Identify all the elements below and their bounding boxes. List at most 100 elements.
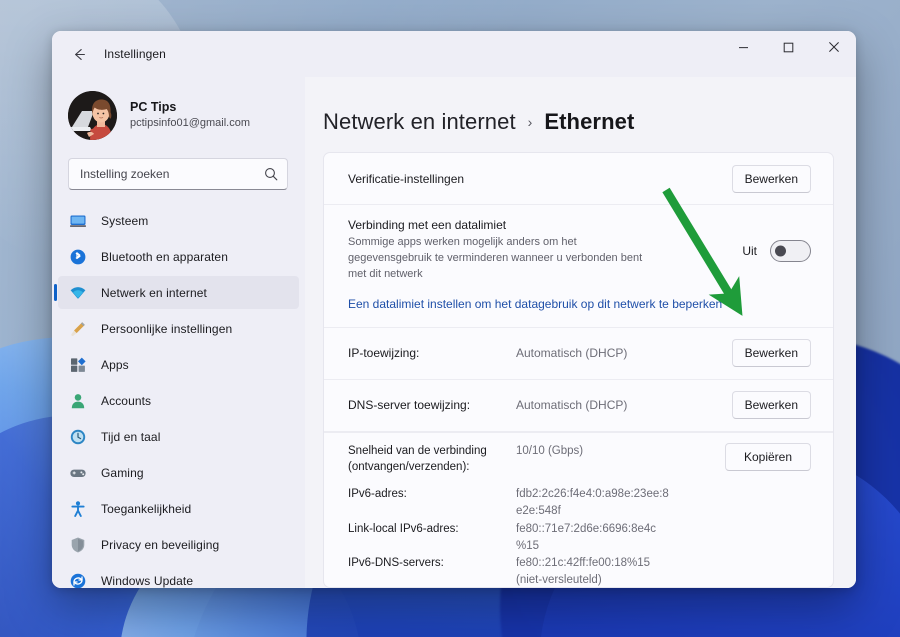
sidebar-item-label: Systeem: [101, 213, 149, 228]
metered-text: Verbinding met een datalimiet Sommige ap…: [348, 218, 648, 283]
sidebar: PC Tips pctipsinfo01@gmail.com Instellin…: [52, 77, 305, 588]
ip-assignment-value: Automatisch (DHCP): [516, 346, 628, 361]
sidebar-item-label: Windows Update: [101, 573, 194, 588]
sidebar-item-gaming[interactable]: Gaming: [58, 456, 299, 489]
account-text: PC Tips pctipsinfo01@gmail.com: [130, 100, 250, 131]
settings-window: Instellingen PC Tips pctipsinfo01@gmail.…: [52, 31, 856, 588]
sidebar-item-bluetooth-en-apparaten[interactable]: Bluetooth en apparaten: [58, 240, 299, 273]
clock-globe-icon: [68, 427, 87, 446]
sidebar-item-label: Toegankelijkheid: [101, 501, 192, 516]
network-detail-row: IPv6-adres: fdb2:2c26:f4e4:0:a98e:23ee:8 …: [324, 486, 833, 521]
sidebar-item-label: Gaming: [101, 465, 144, 480]
shield-icon: [68, 535, 87, 554]
gamepad-icon: [68, 463, 87, 482]
bluetooth-icon: [68, 247, 87, 266]
wifi-icon: [68, 283, 87, 302]
sidebar-item-label: Bluetooth en apparaten: [101, 249, 228, 264]
metered-toggle-group: Uit: [742, 218, 811, 262]
back-arrow-icon: [74, 48, 85, 60]
account-block[interactable]: PC Tips pctipsinfo01@gmail.com: [52, 77, 305, 152]
sidebar-item-label: Accounts: [101, 393, 152, 408]
window-body: PC Tips pctipsinfo01@gmail.com Instellin…: [52, 77, 856, 588]
metered-description: Sommige apps werken mogelijk anders om h…: [348, 236, 643, 280]
auth-settings-row: Verificatie-instellingen Bewerken: [324, 153, 833, 205]
avatar: [68, 91, 117, 140]
page-title: Ethernet: [544, 109, 635, 134]
clock-globe-icon: [70, 429, 85, 444]
ip-assignment-label: IP-toewijzing:: [348, 346, 420, 361]
desktop-wallpaper: Instellingen PC Tips pctipsinfo01@gmail.…: [0, 0, 900, 637]
accessibility-icon: [68, 499, 87, 518]
ip-assignment-row: IP-toewijzing: Automatisch (DHCP) Bewerk…: [324, 328, 833, 380]
link-speed-label: Snelheid van de verbinding (ontvangen/ve…: [348, 444, 487, 474]
network-detail-value: fe80::71e7:2d6e:6696:8e4c %15: [516, 522, 657, 552]
set-data-limit-link[interactable]: Een datalimiet instellen om het datagebr…: [348, 297, 722, 311]
apps-icon: [68, 355, 87, 374]
breadcrumb-parent[interactable]: Netwerk en internet: [323, 109, 516, 135]
dns-assignment-label: DNS-server toewijzing:: [348, 398, 471, 413]
sidebar-item-privacy-en-beveiliging[interactable]: Privacy en beveiliging: [58, 528, 299, 561]
paintbrush-icon: [70, 321, 85, 336]
network-detail-row: IPv6-DNS-servers: fe80::21c:42ff:fe00:18%…: [324, 555, 833, 587]
link-speed-value: 10/10 (Gbps): [516, 444, 584, 457]
main-pane: Netwerk en internet › Ethernet Verificat…: [305, 77, 856, 588]
sidebar-item-toegankelijkheid[interactable]: Toegankelijkheid: [58, 492, 299, 525]
update-icon: [70, 573, 85, 588]
window-title: Instellingen: [104, 47, 166, 61]
sidebar-item-accounts[interactable]: Accounts: [58, 384, 299, 417]
accessibility-icon: [70, 500, 85, 517]
sidebar-item-label: Privacy en beveiliging: [101, 537, 220, 552]
gamepad-icon: [69, 469, 86, 477]
sidebar-item-label: Tijd en taal: [101, 429, 161, 444]
auth-settings-edit-button[interactable]: Bewerken: [731, 164, 811, 193]
apps-icon: [70, 357, 86, 372]
datalimit-link-row: Een datalimiet instellen om het datagebr…: [324, 291, 833, 328]
maximize-icon: [783, 42, 794, 52]
toggle-knob: [775, 245, 786, 257]
metered-toggle-switch[interactable]: [770, 240, 811, 262]
dns-assignment-edit-button[interactable]: Bewerken: [731, 391, 811, 420]
sidebar-item-systeem[interactable]: Systeem: [58, 204, 299, 237]
wifi-icon: [70, 286, 85, 298]
network-detail-key: Link-local IPv6-adres:: [348, 522, 459, 535]
sidebar-item-netwerk-en-internet[interactable]: Netwerk en internet: [54, 276, 299, 309]
window-titlebar: Instellingen: [52, 31, 856, 77]
search-box[interactable]: [68, 158, 288, 190]
sidebar-item-label: Apps: [101, 357, 129, 372]
network-detail-key: IPv6-DNS-servers:: [348, 557, 444, 570]
copy-button[interactable]: Kopiëren: [725, 442, 811, 471]
dns-assignment-value: Automatisch (DHCP): [516, 398, 628, 413]
minimize-button[interactable]: [721, 31, 766, 63]
window-controls: [721, 31, 856, 77]
update-icon: [68, 571, 87, 588]
back-button[interactable]: [64, 40, 94, 68]
sidebar-item-label: Persoonlijke instellingen: [101, 321, 233, 336]
person-icon: [71, 393, 84, 408]
ip-assignment-edit-button[interactable]: Bewerken: [731, 339, 811, 368]
settings-card: Verificatie-instellingen Bewerken Verbin…: [323, 152, 834, 588]
search-icon: [264, 167, 278, 181]
account-name: PC Tips: [130, 99, 177, 114]
sidebar-item-apps[interactable]: Apps: [58, 348, 299, 381]
maximize-button[interactable]: [766, 31, 811, 63]
shield-icon: [71, 537, 84, 552]
sidebar-item-label: Netwerk en internet: [101, 285, 207, 300]
metered-connection-row: Verbinding met een datalimiet Sommige ap…: [324, 205, 833, 291]
network-detail-row: Link-local IPv6-adres: fe80::71e7:2d6e:66…: [324, 521, 833, 556]
search-wrap: [52, 152, 305, 190]
metered-title: Verbinding met een datalimiet: [348, 218, 507, 232]
close-icon: [828, 42, 839, 52]
close-button[interactable]: [811, 31, 856, 63]
sidebar-item-windows-update[interactable]: Windows Update: [58, 564, 299, 588]
network-detail-value: fdb2:2c26:f4e4:0:a98e:23ee:8 e2e:548f: [516, 488, 669, 518]
breadcrumb-separator: ›: [527, 114, 533, 130]
sidebar-item-tijd-en-taal[interactable]: Tijd en taal: [58, 420, 299, 453]
search-input[interactable]: [80, 167, 264, 181]
sidebar-nav: Systeem Bluetooth en apparaten Netwerk en …: [52, 204, 305, 588]
monitor-icon: [68, 211, 87, 230]
account-email: pctipsinfo01@gmail.com: [130, 117, 250, 130]
sidebar-item-persoonlijke-instellingen[interactable]: Persoonlijke instellingen: [58, 312, 299, 345]
bluetooth-icon: [70, 249, 85, 264]
network-detail-key: IPv6-adres:: [348, 488, 407, 501]
person-icon: [68, 391, 87, 410]
